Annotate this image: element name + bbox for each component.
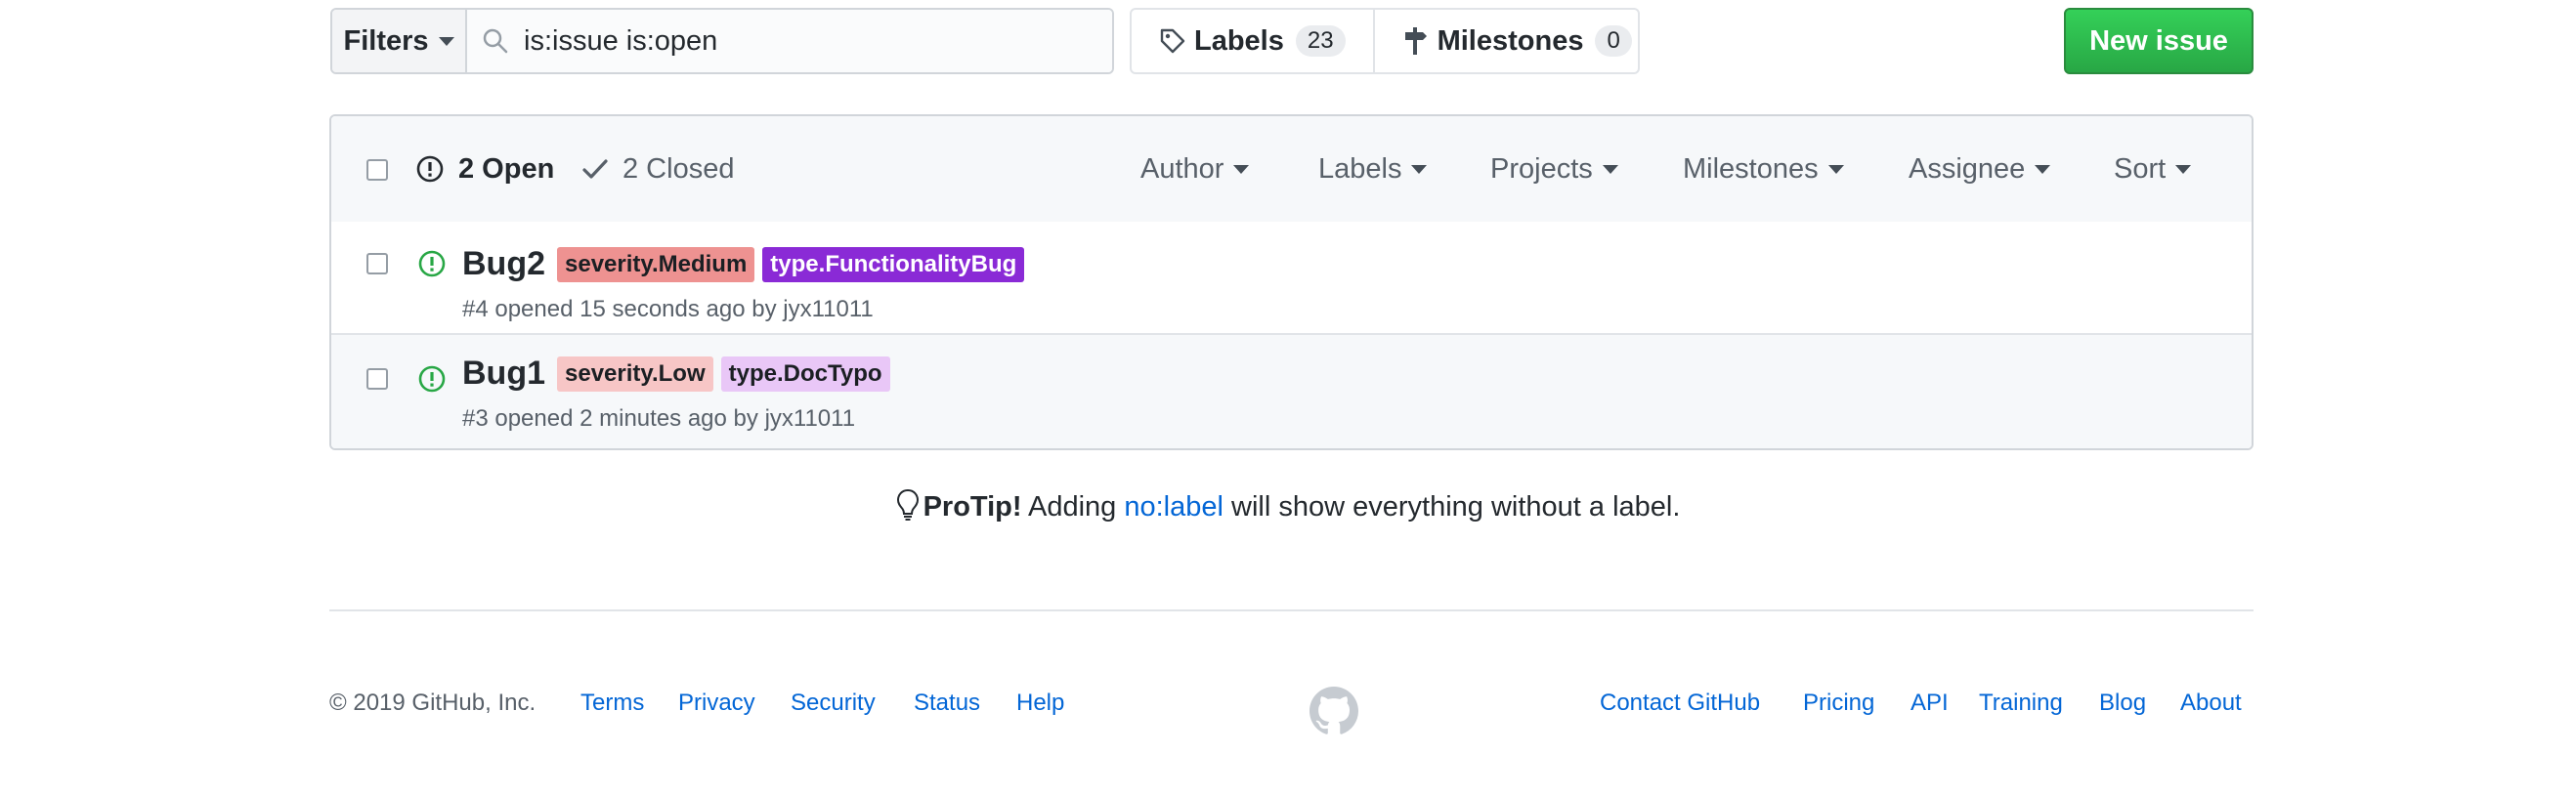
protip-strong: ProTip!	[923, 491, 1022, 523]
caret-down-icon	[1602, 164, 1618, 174]
search-input[interactable]	[522, 23, 1112, 59]
author-filter[interactable]: Author	[1140, 116, 1250, 222]
footer-link-privacy[interactable]: Privacy	[678, 690, 755, 717]
labels-milestones-group: Labels 23 Milestones 0	[1130, 8, 1640, 74]
milestones-count: 0	[1595, 25, 1632, 57]
protip-text-before: Adding	[1021, 491, 1125, 523]
closed-issues-toggle[interactable]: 2 Closed	[581, 116, 734, 222]
sort-menu-label: Sort	[2114, 152, 2167, 185]
milestones-filter[interactable]: Milestones	[1683, 116, 1844, 222]
issue-label[interactable]: type.DocTypo	[720, 356, 890, 392]
milestones-filter-label: Milestones	[1683, 152, 1819, 185]
closed-count-label: 2 Closed	[623, 152, 735, 185]
issue-row: Bug2 severity.Medium type.FunctionalityB…	[331, 222, 2252, 335]
caret-down-icon	[2175, 164, 2192, 174]
projects-filter-label: Projects	[1490, 152, 1593, 185]
light-bulb-icon	[896, 488, 919, 521]
labels-count: 23	[1295, 25, 1346, 57]
assignee-filter-label: Assignee	[1909, 152, 2026, 185]
issue-opened-icon	[416, 155, 444, 183]
protip: ProTip! Adding no:label will show everyt…	[0, 488, 2576, 523]
labels-label: Labels	[1194, 24, 1284, 57]
issue-title-link[interactable]: Bug1	[462, 355, 545, 393]
footer-link-api[interactable]: API	[1911, 690, 1949, 717]
issues-list-header: 2 Open 2 Closed Author Labels Projects M…	[331, 116, 2252, 224]
assignee-filter[interactable]: Assignee	[1909, 116, 2051, 222]
labels-filter[interactable]: Labels	[1318, 116, 1428, 222]
issues-list: 2 Open 2 Closed Author Labels Projects M…	[329, 114, 2254, 450]
author-filter-label: Author	[1140, 152, 1224, 185]
caret-down-icon	[1827, 164, 1844, 174]
open-count-label: 2 Open	[458, 152, 555, 185]
protip-text-after: will show everything without a label.	[1223, 491, 1681, 523]
issue-label[interactable]: severity.Low	[557, 356, 713, 392]
footer-link-training[interactable]: Training	[1979, 690, 2063, 717]
no-label-link[interactable]: no:label	[1124, 491, 1224, 523]
footer-link-contact-github[interactable]: Contact GitHub	[1600, 690, 1760, 717]
issue-opened-icon	[418, 365, 446, 393]
caret-down-icon	[2035, 164, 2051, 174]
milestones-label: Milestones	[1437, 24, 1584, 57]
footer-divider	[329, 609, 2254, 611]
caret-down-icon	[1411, 164, 1428, 174]
footer-link-about[interactable]: About	[2180, 690, 2242, 717]
new-issue-button[interactable]: New issue	[2064, 8, 2254, 74]
check-icon	[582, 159, 608, 179]
issue-title-line: Bug1 severity.Low type.DocTypo	[462, 355, 894, 393]
issue-checkbox[interactable]	[366, 368, 388, 390]
github-mark-icon[interactable]	[1309, 687, 1358, 735]
issue-checkbox[interactable]	[366, 253, 388, 274]
issue-opened-icon	[418, 250, 446, 277]
issue-meta: #3 opened 2 minutes ago by jyx11011	[462, 405, 856, 432]
filters-search-group: Filters	[330, 8, 1114, 74]
tag-icon	[1160, 28, 1185, 54]
issue-label[interactable]: type.FunctionalityBug	[762, 246, 1025, 282]
select-all-checkbox[interactable]	[366, 159, 388, 181]
labels-filter-label: Labels	[1318, 152, 1402, 185]
filters-button[interactable]: Filters	[332, 10, 467, 72]
issue-title-link[interactable]: Bug2	[462, 245, 545, 283]
caret-down-icon	[1233, 164, 1250, 174]
footer-link-terms[interactable]: Terms	[580, 690, 644, 717]
footer-link-blog[interactable]: Blog	[2099, 690, 2146, 717]
filters-label: Filters	[343, 24, 429, 57]
issue-row: Bug1 severity.Low type.DocTypo #3 opened…	[331, 335, 2252, 448]
search-box[interactable]	[467, 10, 1112, 72]
open-issues-toggle[interactable]: 2 Open	[415, 116, 554, 222]
footer-link-pricing[interactable]: Pricing	[1803, 690, 1874, 717]
issue-meta: #4 opened 15 seconds ago by jyx11011	[462, 296, 874, 322]
caret-down-icon	[438, 36, 454, 46]
issue-label[interactable]: severity.Medium	[557, 246, 755, 282]
milestones-link[interactable]: Milestones 0	[1372, 10, 1659, 72]
footer-link-help[interactable]: Help	[1016, 690, 1064, 717]
milestone-icon	[1404, 27, 1427, 55]
sort-menu[interactable]: Sort	[2114, 116, 2192, 222]
footer-link-status[interactable]: Status	[914, 690, 980, 717]
search-icon	[483, 28, 508, 54]
footer-link-security[interactable]: Security	[791, 690, 876, 717]
projects-filter[interactable]: Projects	[1490, 116, 1618, 222]
issue-title-line: Bug2 severity.Medium type.FunctionalityB…	[462, 245, 1028, 283]
labels-link[interactable]: Labels 23	[1132, 10, 1373, 72]
copyright: © 2019 GitHub, Inc.	[329, 690, 537, 716]
